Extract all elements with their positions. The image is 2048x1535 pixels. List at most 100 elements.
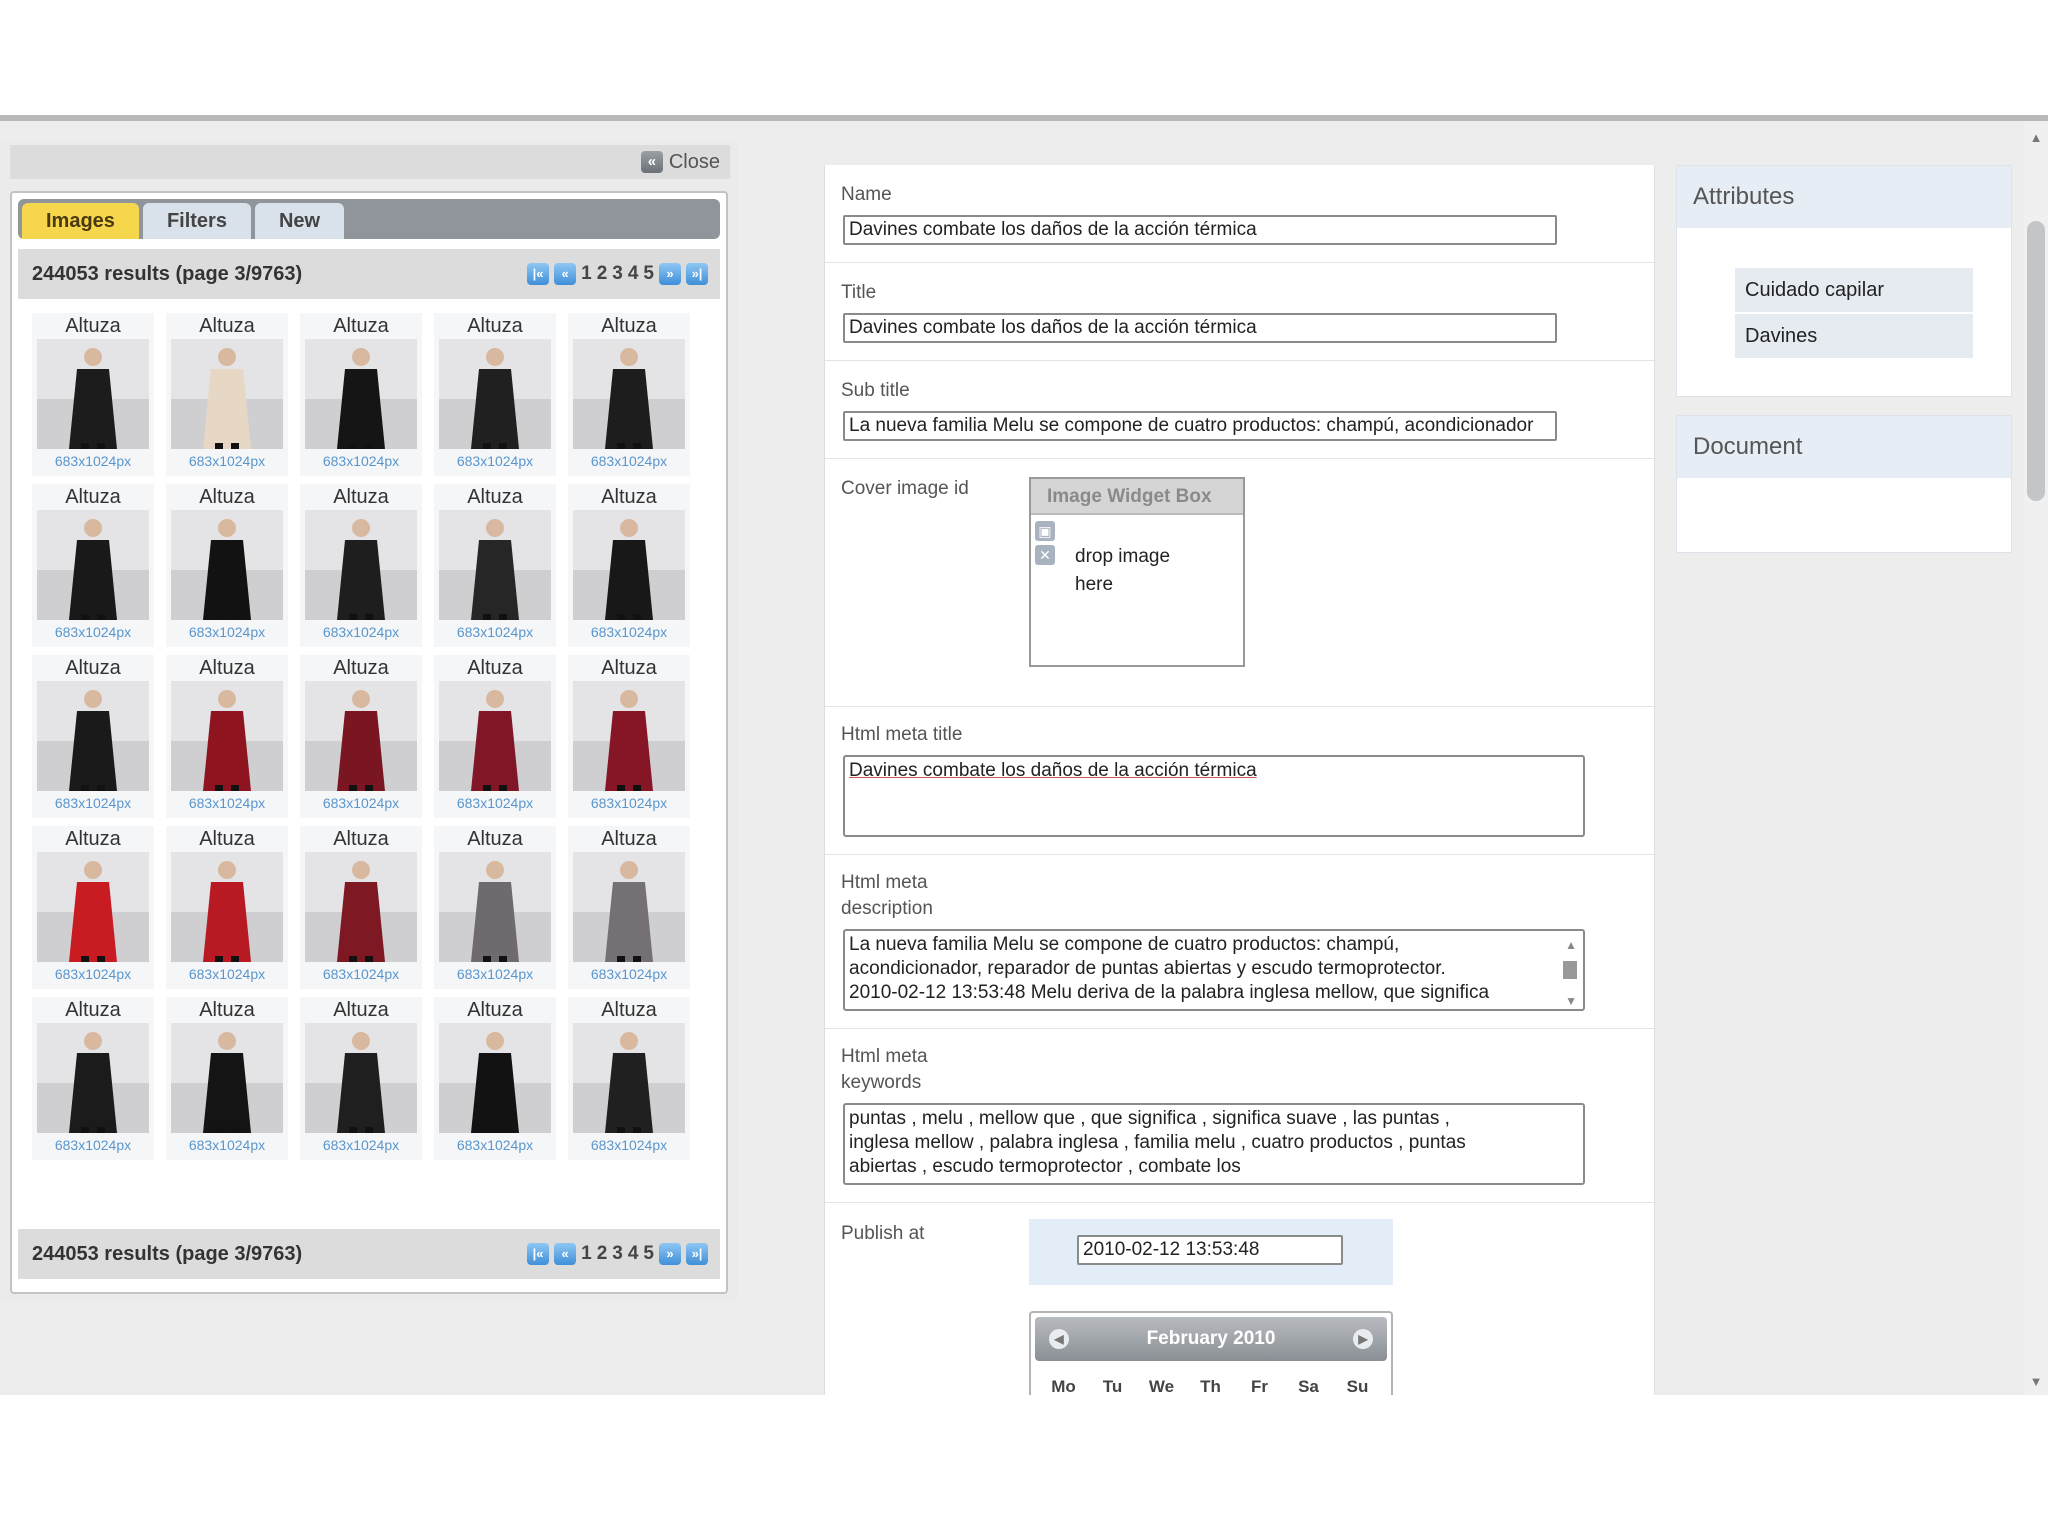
- next-month-icon[interactable]: ▶: [1353, 1329, 1373, 1349]
- thumbnail-title: Altuza: [65, 999, 121, 1021]
- scroll-up-icon[interactable]: ▲: [2028, 129, 2044, 147]
- image-thumbnail[interactable]: Altuza 683x1024px: [434, 655, 556, 818]
- image-thumbnail[interactable]: Altuza 683x1024px: [568, 826, 690, 989]
- last-page-icon[interactable]: »|: [686, 263, 708, 285]
- thumbnail-title: Altuza: [199, 486, 255, 508]
- thumbnail-size: 683x1024px: [54, 624, 132, 640]
- first-page-icon[interactable]: |«: [527, 263, 550, 285]
- image-thumbnail[interactable]: Altuza 683x1024px: [300, 484, 422, 647]
- image-thumbnail[interactable]: Altuza 683x1024px: [568, 484, 690, 647]
- last-page-icon[interactable]: »|: [686, 1243, 708, 1265]
- page-link-2[interactable]: 2: [597, 1243, 608, 1265]
- image-thumbnail[interactable]: Altuza 683x1024px: [166, 997, 288, 1160]
- thumbnail-size: 683x1024px: [188, 795, 266, 811]
- close-button[interactable]: « Close: [640, 149, 720, 175]
- image-thumbnail[interactable]: Altuza 683x1024px: [32, 484, 154, 647]
- attribute-item[interactable]: Davines: [1735, 314, 1973, 358]
- image-thumbnail[interactable]: Altuza 683x1024px: [568, 997, 690, 1160]
- next-page-icon[interactable]: »: [659, 263, 681, 285]
- page-link-1[interactable]: 1: [581, 1243, 592, 1265]
- pager-bottom: |« « 1 2 3 4 5 » »|: [527, 1243, 708, 1265]
- image-thumbnail[interactable]: Altuza 683x1024px: [32, 313, 154, 476]
- first-page-icon[interactable]: |«: [527, 1243, 550, 1265]
- page-link-5[interactable]: 5: [643, 1243, 654, 1265]
- meta-description-textarea[interactable]: La nueva familia Melu se compone de cuat…: [843, 929, 1585, 1011]
- title-row: Title Davines combate los daños de la ac…: [825, 263, 1656, 361]
- page-link-2[interactable]: 2: [597, 263, 608, 285]
- attribute-item[interactable]: Cuidado capilar: [1735, 268, 1973, 312]
- image-icon[interactable]: ▣: [1035, 521, 1055, 541]
- name-input[interactable]: Davines combate los daños de la acción t…: [843, 215, 1557, 245]
- image-thumbnail[interactable]: Altuza 683x1024px: [568, 655, 690, 818]
- title-label: Title: [841, 282, 877, 303]
- previous-page-icon[interactable]: «: [554, 1243, 577, 1265]
- subtitle-input[interactable]: La nueva familia Melu se compone de cuat…: [843, 411, 1557, 441]
- image-thumbnail[interactable]: Altuza 683x1024px: [568, 313, 690, 476]
- image-thumbnail[interactable]: Altuza 683x1024px: [166, 313, 288, 476]
- tab-images[interactable]: Images: [22, 203, 139, 239]
- thumbnail-image: [439, 339, 551, 449]
- tab-filters[interactable]: Filters: [142, 203, 251, 239]
- previous-page-icon[interactable]: «: [554, 263, 577, 285]
- image-widget-box[interactable]: Image Widget Box ▣ ✕ drop image here: [1029, 477, 1245, 667]
- document-panel: Document: [1676, 415, 2012, 553]
- thumbnail-title: Altuza: [199, 828, 255, 850]
- tab-new[interactable]: New: [254, 203, 345, 239]
- textarea-scroll-thumb[interactable]: [1563, 961, 1577, 979]
- thumbnail-image: [573, 510, 685, 620]
- page-link-4[interactable]: 4: [628, 263, 639, 285]
- image-thumbnail[interactable]: Altuza 683x1024px: [300, 655, 422, 818]
- page-link-4[interactable]: 4: [628, 1243, 639, 1265]
- thumbnail-size: 683x1024px: [322, 453, 400, 469]
- drop-zone-text: drop image here: [1075, 546, 1171, 595]
- meta-description-label: Html meta description: [841, 872, 933, 919]
- article-form: Name Davines combate los daños de la acc…: [824, 165, 1656, 1395]
- title-input[interactable]: Davines combate los daños de la acción t…: [843, 313, 1557, 343]
- thumbnail-image: [171, 681, 283, 791]
- page-scrollbar[interactable]: ▲ ▼: [2024, 121, 2048, 1395]
- image-thumbnail[interactable]: Altuza 683x1024px: [434, 313, 556, 476]
- image-thumbnail[interactable]: Altuza 683x1024px: [166, 655, 288, 818]
- meta-title-textarea[interactable]: Davines combate los daños de la acción t…: [843, 755, 1585, 837]
- scrollbar-thumb[interactable]: [2027, 221, 2045, 501]
- meta-keywords-label: Html meta keywords: [841, 1046, 928, 1093]
- image-thumbnail[interactable]: Altuza 683x1024px: [434, 997, 556, 1160]
- publish-date-input[interactable]: 2010-02-12 13:53:48: [1077, 1235, 1343, 1265]
- image-thumbnail[interactable]: Altuza 683x1024px: [166, 826, 288, 989]
- previous-month-icon[interactable]: ◀: [1049, 1329, 1069, 1349]
- thumbnail-image: [305, 510, 417, 620]
- scroll-up-icon[interactable]: ▲: [1565, 933, 1577, 957]
- image-thumbnail[interactable]: Altuza 683x1024px: [166, 484, 288, 647]
- thumbnail-title: Altuza: [601, 828, 657, 850]
- thumbnail-image: [305, 681, 417, 791]
- remove-icon[interactable]: ✕: [1035, 545, 1055, 565]
- scroll-down-icon[interactable]: ▼: [1565, 989, 1577, 1009]
- meta-title-row: Html meta title Davines combate los daño…: [825, 707, 1656, 855]
- image-thumbnail[interactable]: Altuza 683x1024px: [300, 826, 422, 989]
- image-thumbnail[interactable]: Altuza 683x1024px: [300, 997, 422, 1160]
- page-link-5[interactable]: 5: [643, 263, 654, 285]
- image-thumbnail[interactable]: Altuza 683x1024px: [32, 997, 154, 1160]
- scroll-down-icon[interactable]: ▼: [2028, 1373, 2044, 1391]
- next-page-icon[interactable]: »: [659, 1243, 681, 1265]
- image-thumbnail[interactable]: Altuza 683x1024px: [32, 826, 154, 989]
- thumbnail-size: 683x1024px: [322, 966, 400, 982]
- page-link-3[interactable]: 3: [612, 1243, 623, 1265]
- meta-keywords-row: Html meta keywords puntas , melu , mello…: [825, 1029, 1656, 1203]
- thumbnail-size: 683x1024px: [590, 966, 668, 982]
- thumbnail-image: [573, 681, 685, 791]
- subtitle-label: Sub title: [841, 380, 910, 401]
- thumbnail-size: 683x1024px: [54, 1137, 132, 1153]
- thumbnail-size: 683x1024px: [322, 1137, 400, 1153]
- thumbnail-title: Altuza: [467, 486, 523, 508]
- image-thumbnail[interactable]: Altuza 683x1024px: [32, 655, 154, 818]
- image-thumbnail[interactable]: Altuza 683x1024px: [434, 484, 556, 647]
- page-link-1[interactable]: 1: [581, 263, 592, 285]
- thumbnail-title: Altuza: [199, 999, 255, 1021]
- results-bar-bottom: 244053 results (page 3/9763) |« « 1 2 3 …: [18, 1229, 720, 1279]
- thumbnail-size: 683x1024px: [456, 966, 534, 982]
- image-thumbnail[interactable]: Altuza 683x1024px: [300, 313, 422, 476]
- image-thumbnail[interactable]: Altuza 683x1024px: [434, 826, 556, 989]
- page-link-3[interactable]: 3: [612, 263, 623, 285]
- meta-keywords-textarea[interactable]: puntas , melu , mellow que , que signifi…: [843, 1103, 1585, 1185]
